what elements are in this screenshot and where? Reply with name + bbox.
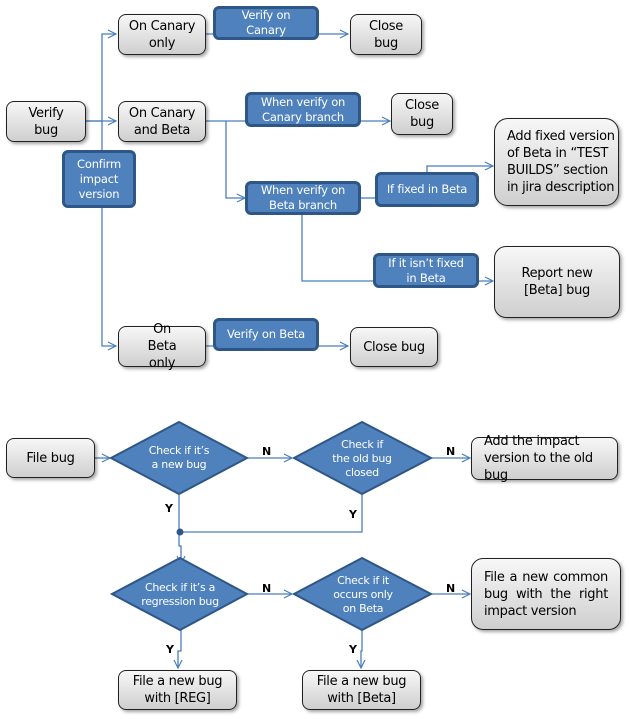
connector-only-beta-y — [361, 630, 362, 668]
on-canary-and-beta-node[interactable]: On Canary and Beta — [118, 101, 206, 142]
verify-on-beta-node[interactable]: Verify on Beta — [213, 318, 319, 351]
when-verify-canary-branch-node[interactable]: When verify on Canary branch — [245, 92, 361, 127]
label-y-3: Y — [166, 643, 174, 656]
check-new-bug-text[interactable]: Check if it’s a new bug — [144, 436, 214, 480]
label-y-4: Y — [349, 643, 357, 656]
connector-verify-to-canary-only — [86, 34, 116, 122]
connector-canary-beta-to-beta-branch — [225, 121, 245, 198]
if-fixed-in-beta-node[interactable]: If fixed in Beta — [375, 172, 479, 207]
report-new-beta-bug-node[interactable]: Report new [Beta] bug — [494, 246, 620, 318]
confirm-impact-version-node[interactable]: Confirm impact version — [62, 150, 136, 208]
close-bug-node-2[interactable]: Close bug — [391, 93, 453, 135]
label-n-1: N — [262, 445, 272, 458]
check-only-beta-text[interactable]: Check if it occurs only on Beta — [332, 566, 394, 624]
close-bug-node-1[interactable]: Close bug — [350, 14, 422, 55]
check-regression-text[interactable]: Check if it’s a regression bug — [140, 566, 220, 624]
add-impact-to-old-bug-node[interactable]: Add the impact version to the old bug — [471, 434, 618, 483]
verify-on-canary-node[interactable]: Verify on Canary — [213, 6, 319, 40]
file-bug-node[interactable]: File bug — [6, 438, 95, 478]
file-beta-bug-node[interactable]: File a new bug with [Beta] — [302, 670, 421, 710]
connector-check-old-y — [179, 494, 363, 533]
label-n-3: N — [262, 582, 272, 595]
label-y-2: Y — [349, 508, 357, 521]
connector-regression-y — [178, 630, 181, 668]
file-reg-bug-node[interactable]: File a new bug with [REG] — [118, 670, 237, 710]
label-n-2: N — [446, 445, 456, 458]
file-common-bug-node[interactable]: File a new common bug with the right imp… — [471, 558, 621, 630]
when-verify-beta-branch-node[interactable]: When verify on Beta branch — [245, 181, 361, 215]
close-bug-node-3[interactable]: Close bug — [350, 327, 438, 367]
verify-bug-node[interactable]: Verify bug — [6, 101, 86, 142]
junction-dot — [176, 528, 184, 536]
label-n-4: N — [446, 582, 456, 595]
add-fixed-version-node[interactable]: Add fixed version of Beta in “TEST BUILD… — [494, 118, 619, 206]
check-old-closed-text[interactable]: Check if the old bug closed — [332, 430, 392, 488]
on-beta-only-node[interactable]: On Beta only — [118, 322, 206, 371]
on-canary-only-node[interactable]: On Canary only — [118, 14, 206, 55]
if-not-fixed-in-beta-node[interactable]: If it isn’t fixed in Beta — [373, 253, 479, 288]
label-y-1: Y — [165, 502, 173, 515]
